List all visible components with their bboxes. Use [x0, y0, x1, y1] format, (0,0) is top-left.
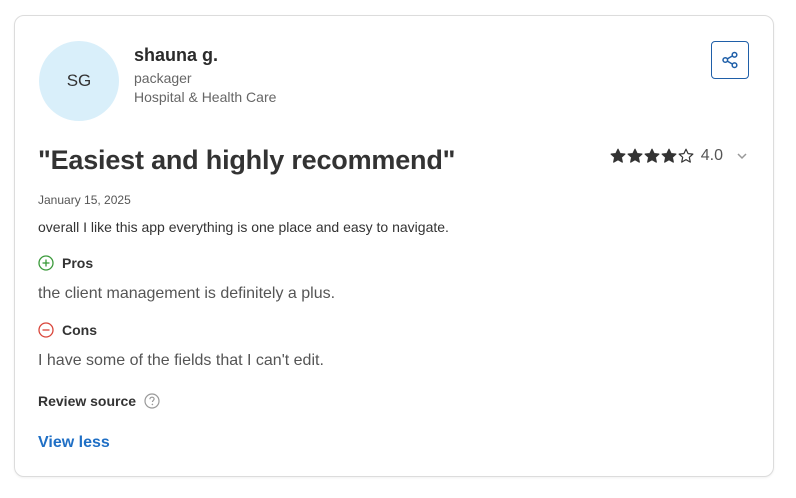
minus-circle-icon	[38, 322, 54, 338]
view-less-link[interactable]: View less	[38, 434, 110, 452]
review-title: "Easiest and highly recommend"	[38, 145, 456, 175]
cons-text: I have some of the fields that I can't e…	[38, 352, 324, 369]
review-source-label: Review source	[38, 393, 137, 409]
pros-heading: Pros	[38, 255, 93, 271]
rating-dropdown[interactable]: 4.0	[610, 147, 749, 165]
review-summary: overall I like this app everything is on…	[38, 219, 449, 235]
review-source: Review source	[38, 393, 160, 409]
help-circle-icon[interactable]	[144, 393, 160, 409]
star-rating	[610, 148, 694, 164]
pros-label: Pros	[62, 255, 94, 271]
rating-value: 4.0	[700, 147, 723, 164]
reviewer-name: shauna g.	[134, 45, 219, 65]
avatar-initials: SG	[66, 71, 92, 90]
reviewer-role: packager	[134, 70, 192, 86]
star-filled-icon	[661, 148, 677, 163]
review-date: January 15, 2025	[38, 193, 131, 207]
pros-text: the client management is definitely a pl…	[38, 285, 336, 302]
share-icon	[722, 51, 738, 69]
cons-label: Cons	[62, 322, 97, 338]
star-filled-icon	[610, 148, 626, 163]
cons-heading: Cons	[38, 322, 97, 338]
star-filled-icon	[644, 148, 660, 163]
review-card: SG shauna g. packager Hospital & Health …	[14, 15, 774, 477]
chevron-down-icon	[737, 153, 747, 160]
share-button[interactable]	[711, 41, 749, 79]
star-empty-icon	[678, 148, 694, 163]
avatar: SG	[39, 41, 119, 121]
reviewer-info: shauna g. packager Hospital & Health Car…	[134, 45, 276, 105]
plus-circle-icon	[38, 255, 54, 271]
reviewer-industry: Hospital & Health Care	[134, 89, 277, 105]
star-filled-icon	[627, 148, 643, 163]
